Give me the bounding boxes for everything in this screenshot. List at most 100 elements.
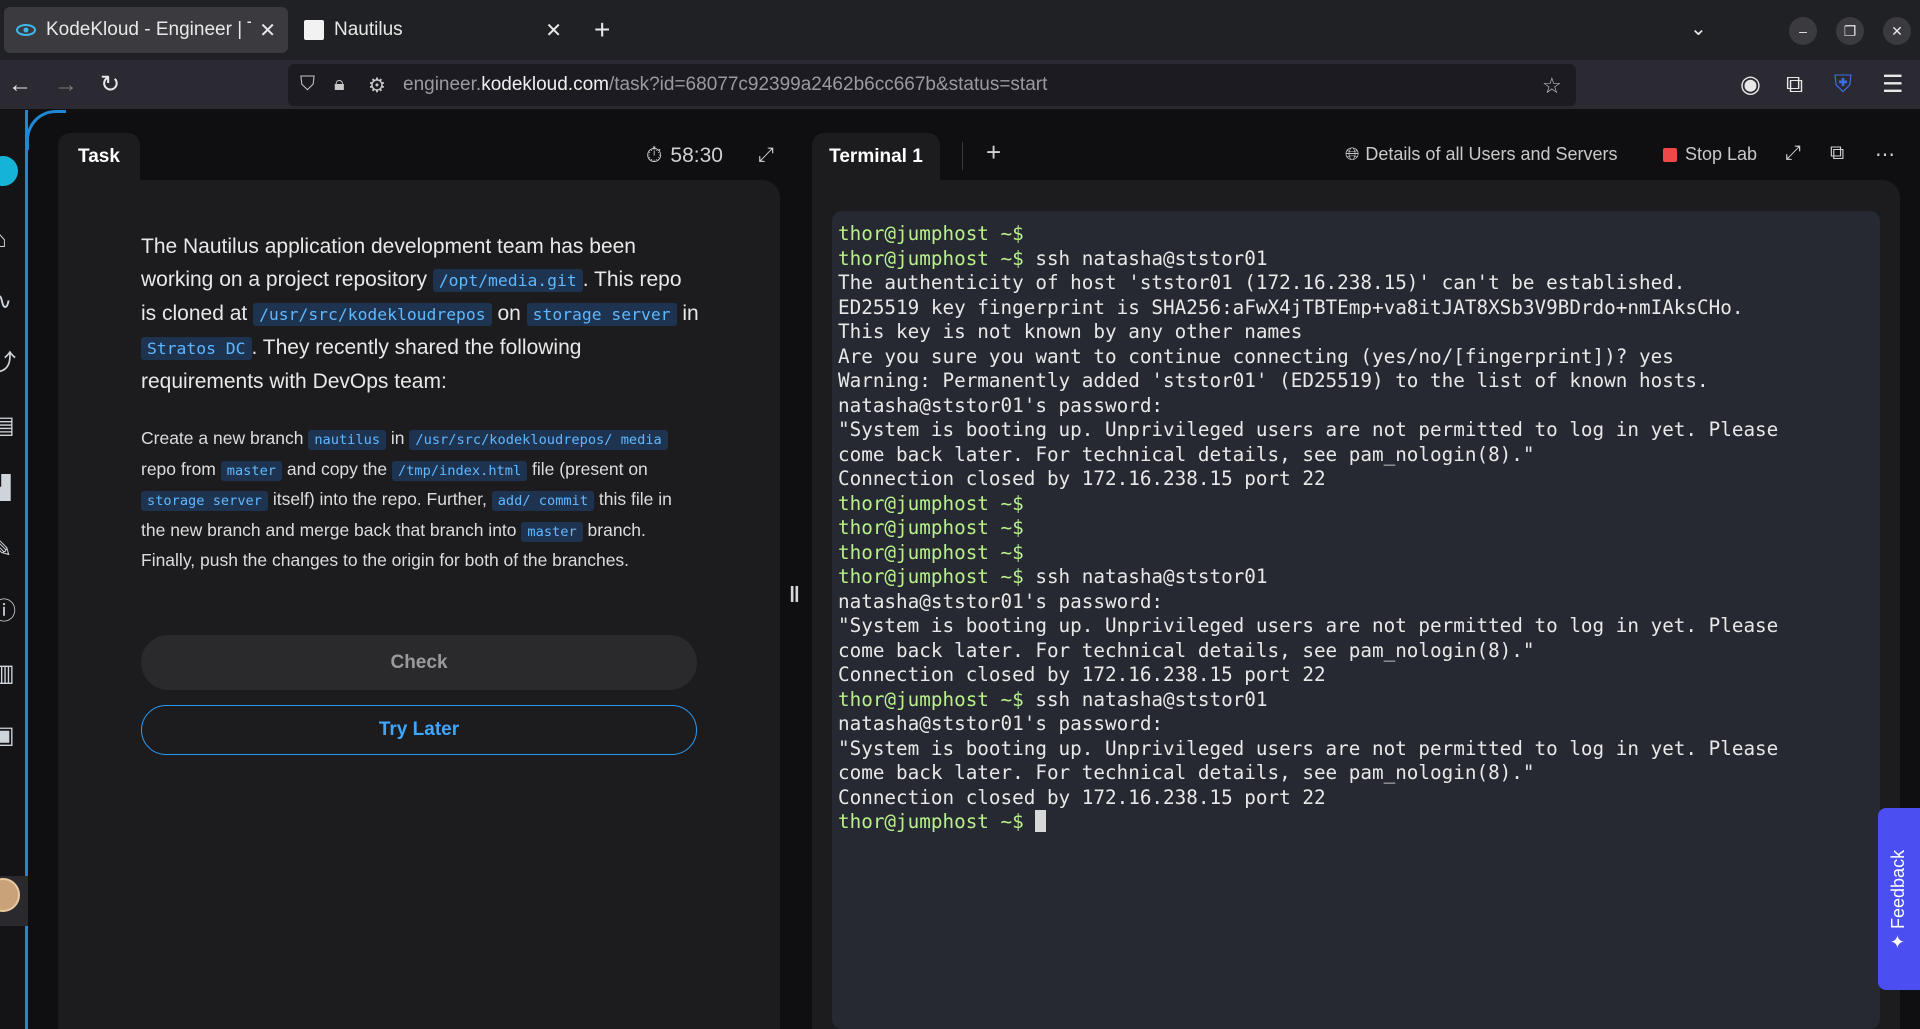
shell-prompt: thor@jumphost ~$ <box>838 222 1024 245</box>
terminal-text: natasha@ststor01's password: <box>838 712 1164 735</box>
shell-prompt: thor@jumphost ~$ <box>838 565 1024 588</box>
back-arrow-icon[interactable]: ← <box>8 70 32 100</box>
book-icon[interactable]: ▥ <box>0 660 20 688</box>
globe-icon: 🌐︎ <box>1345 144 1360 164</box>
terminal-output[interactable]: thor@jumphost ~$ thor@jumphost ~$ ssh nat… <box>832 211 1880 1029</box>
shield-icon[interactable]: ⛉ <box>300 73 315 96</box>
terminal-text: come back later. For technical details, … <box>838 638 1535 662</box>
feedback-label: Feedback <box>1888 849 1909 929</box>
resize-handle[interactable]: ‖ <box>789 582 800 608</box>
terminal-text: This key is not known by any other names <box>838 320 1303 343</box>
kodekloud-logo-icon[interactable] <box>0 156 18 186</box>
sparkle-icon: ✦ <box>1888 928 1909 949</box>
terminal-text: natasha@ststor01's password: <box>838 393 1164 417</box>
new-tab-button[interactable]: + <box>594 14 610 46</box>
terminal-text: Are you sure you want to continue connec… <box>838 344 1674 368</box>
url-text[interactable]: engineer.kodekloud.com/task?id=68077c923… <box>403 74 1047 96</box>
browser-tab-kodekloud[interactable]: KodeKloud - Engineer | Ta ✕ <box>4 7 288 53</box>
details-label: Details of all Users and Servers <box>1365 144 1618 164</box>
clapper-icon[interactable]: ▤ <box>0 412 20 440</box>
extension-shield-icon[interactable]: ⛨ <box>1834 70 1852 100</box>
kodekloud-eye-icon <box>16 24 36 36</box>
fullscreen-icon[interactable]: ⤢ <box>1785 142 1801 165</box>
terminal-text: Warning: Permanently added 'ststor01' (E… <box>838 369 1709 392</box>
window-close-button[interactable]: ✕ <box>1883 17 1911 45</box>
forward-arrow-icon[interactable]: → <box>54 70 78 100</box>
notes-icon[interactable]: ✎ <box>0 536 20 564</box>
address-bar[interactable]: ⛉ 🔒︎ ⚙ engineer.kodekloud.com/task?id=68… <box>288 64 1576 106</box>
terminal-line: natasha@ststor01's password: <box>838 590 1874 615</box>
terminal-line: thor@jumphost ~$ ssh natasha@ststor01 <box>838 247 1874 272</box>
minimize-button[interactable]: – <box>1789 17 1817 45</box>
tab-title: Nautilus <box>334 19 403 40</box>
timer-value: 58:30 <box>670 144 723 167</box>
terminal-text: "System is booting up. Unprivileged user… <box>838 736 1779 760</box>
details-users-servers-link[interactable]: 🌐︎ Details of all Users and Servers <box>1345 144 1618 165</box>
stop-lab-button[interactable]: Stop Lab <box>1663 144 1757 165</box>
terminal-line: "System is booting up. Unprivileged user… <box>838 614 1874 639</box>
terminal-line: "System is booting up. Unprivileged user… <box>838 418 1874 443</box>
terminal-line: Connection closed by 172.16.238.15 port … <box>838 467 1874 492</box>
add-terminal-button[interactable]: + <box>986 137 1001 168</box>
terminal-line: come back later. For technical details, … <box>838 639 1874 664</box>
open-external-icon[interactable]: ⧉ <box>1830 142 1844 165</box>
blank-page-icon <box>304 20 324 40</box>
task-description: The Nautilus application development tea… <box>141 230 701 575</box>
terminal-line: Are you sure you want to continue connec… <box>838 345 1874 370</box>
terminal-line: thor@jumphost ~$ ssh natasha@ststor01 <box>838 565 1874 590</box>
terminal-line: thor@jumphost ~$ <box>838 541 1874 566</box>
timer: ⏱ 58:30 <box>646 144 723 168</box>
terminal-text: Connection closed by 172.16.238.15 port … <box>838 663 1326 686</box>
terminal-line: thor@jumphost ~$ <box>838 810 1874 835</box>
home-icon[interactable]: ⌂ <box>0 226 20 254</box>
tab-task[interactable]: Task <box>58 133 140 181</box>
tab-terminal-1[interactable]: Terminal 1 <box>812 133 940 181</box>
terminal-text: ssh natasha@ststor01 <box>1023 565 1268 588</box>
restore-button[interactable]: ❐ <box>1836 17 1864 45</box>
chat-icon[interactable]: ▣ <box>0 722 20 750</box>
chevron-down-icon[interactable]: ⌄ <box>1690 16 1707 41</box>
account-icon[interactable]: ◉ <box>1740 70 1761 100</box>
tab-title: KodeKloud - Engineer | Ta <box>46 19 252 40</box>
terminal-text: ssh natasha@ststor01 <box>1023 687 1268 711</box>
terminal-line: thor@jumphost ~$ ssh natasha@ststor01 <box>838 688 1874 713</box>
close-icon[interactable]: ✕ <box>545 18 562 43</box>
extensions-icon[interactable]: ⧉ <box>1786 70 1803 100</box>
terminal-line: thor@jumphost ~$ <box>838 222 1874 247</box>
info-icon[interactable]: ⓘ <box>0 598 20 626</box>
feedback-button[interactable]: ✦ Feedback <box>1878 808 1920 990</box>
menu-icon[interactable]: ☰ <box>1882 70 1904 100</box>
terminal-line: thor@jumphost ~$ <box>838 516 1874 541</box>
left-sidebar: ⌂ ∿ ⤴ ▤ ▟ ✎ ⓘ ▥ ▣ <box>0 110 28 1029</box>
more-options-icon[interactable]: ⋯ <box>1875 142 1895 167</box>
terminal-line: "System is booting up. Unprivileged user… <box>838 737 1874 762</box>
reload-icon[interactable]: ↻ <box>100 70 120 100</box>
lock-icon[interactable]: 🔒︎ <box>334 73 345 96</box>
permissions-icon[interactable]: ⚙ <box>368 73 386 98</box>
terminal-line: natasha@ststor01's password: <box>838 712 1874 737</box>
terminal-text: "System is booting up. Unprivileged user… <box>838 418 1779 441</box>
browser-nav-bar: ← → ↻ ⛉ 🔒︎ ⚙ engineer.kodekloud.com/task… <box>0 60 1920 110</box>
try-later-button[interactable]: Try Later <box>141 705 697 755</box>
close-icon[interactable]: ✕ <box>259 18 276 43</box>
shell-prompt: thor@jumphost ~$ <box>838 687 1024 711</box>
terminal-text: ED25519 key fingerprint is SHA256:aFwX4j… <box>838 295 1744 319</box>
browser-tab-nautilus[interactable]: Nautilus ✕ <box>292 7 574 53</box>
path-icon[interactable]: ∿ <box>0 288 20 316</box>
check-button[interactable]: Check <box>141 635 697 690</box>
task-instructions: Create a new branch nautilus in /usr/src… <box>141 428 672 570</box>
shell-prompt: thor@jumphost ~$ <box>838 810 1024 833</box>
terminal-line: Warning: Permanently added 'ststor01' (E… <box>838 369 1874 394</box>
terminal-line: This key is not known by any other names <box>838 320 1874 345</box>
terminal-text: The authenticity of host 'ststor01 (172.… <box>838 271 1686 294</box>
bookmark-star-icon[interactable]: ☆ <box>1542 73 1562 99</box>
terminal-cursor <box>1035 810 1047 832</box>
shell-prompt: thor@jumphost ~$ <box>838 491 1024 515</box>
leaderboard-icon[interactable]: ▟ <box>0 474 20 502</box>
terminal-line: Connection closed by 172.16.238.15 port … <box>838 663 1874 688</box>
shell-prompt: thor@jumphost ~$ <box>838 246 1024 270</box>
expand-icon[interactable]: ⤢ <box>758 144 774 167</box>
terminal-line: thor@jumphost ~$ <box>838 492 1874 517</box>
chart-icon[interactable]: ⤴ <box>0 350 20 378</box>
